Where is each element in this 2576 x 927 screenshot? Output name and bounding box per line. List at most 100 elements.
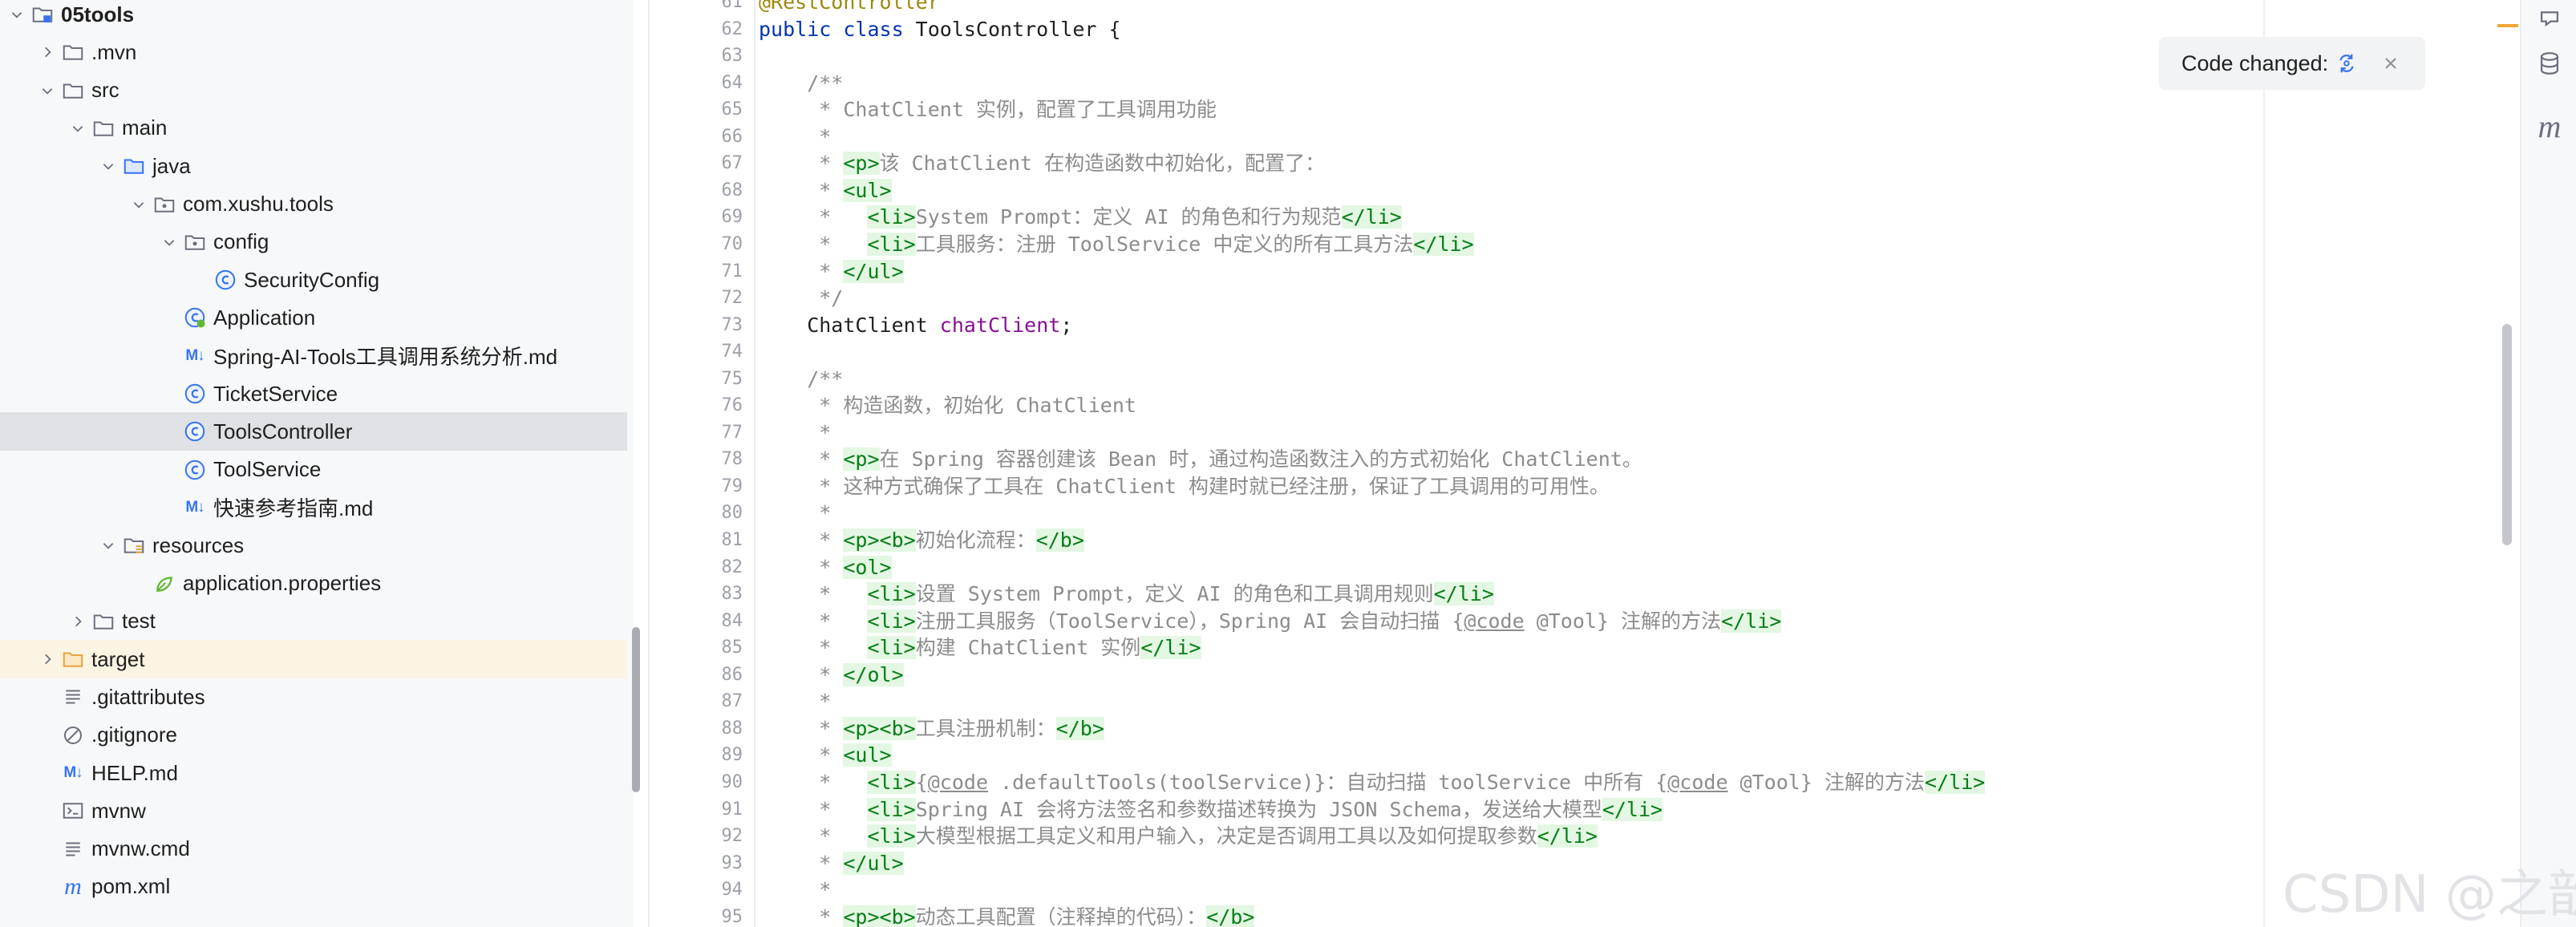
code-line[interactable]: * <p><b>初始化流程：</b> (759, 527, 1084, 554)
tree-item[interactable]: .gitignore (0, 716, 627, 755)
code-line[interactable]: * </ul> (759, 850, 904, 877)
chevron-down-icon[interactable] (157, 230, 181, 254)
tree-item[interactable]: .mvn (0, 33, 627, 71)
code-line[interactable]: * </ol> (759, 662, 904, 689)
tree-item[interactable]: target (0, 640, 627, 679)
project-tree-scrollbar[interactable] (632, 627, 640, 792)
html-tag-token: </li> (1924, 770, 1986, 794)
code-token: ChatClient (759, 313, 940, 337)
javadoc-tag-token: @code (1464, 609, 1525, 633)
chevron-down-icon[interactable] (96, 154, 120, 178)
line-number: 91 (721, 799, 743, 820)
code-line[interactable]: * <li>构建 ChatClient 实例</li> (759, 634, 1201, 662)
code-token: 设置 System Prompt，定义 AI 的角色和工具调用规则 (915, 582, 1434, 606)
code-line[interactable]: * <li>Spring AI 会将方法签名和参数描述转换为 JSON Sche… (759, 796, 1663, 824)
line-number: 64 (721, 72, 743, 93)
tree-item[interactable]: ToolsController (0, 412, 627, 451)
code-line[interactable]: * (759, 688, 831, 715)
code-line[interactable]: * <li>System Prompt：定义 AI 的角色和行为规范</li> (759, 204, 1402, 231)
code-line[interactable]: * <li>注册工具服务（ToolService），Spring AI 会自动扫… (759, 608, 1782, 635)
code-line[interactable]: * <li>工具服务：注册 ToolService 中定义的所有工具方法</li… (759, 231, 1474, 258)
html-tag-token: </b> (1206, 905, 1255, 927)
code-token: * (759, 501, 832, 525)
code-line[interactable]: public class ToolsController { (759, 16, 1121, 43)
spring-properties-icon (151, 570, 178, 597)
code-line[interactable]: * <ol> (759, 554, 892, 581)
chevron-down-icon[interactable] (66, 116, 90, 140)
text-file-icon (59, 836, 87, 863)
class-icon (181, 456, 209, 484)
code-line[interactable]: * (759, 123, 831, 151)
tree-item[interactable]: application.properties (0, 565, 627, 603)
code-line[interactable]: * <ul> (759, 742, 892, 769)
chevron-down-icon[interactable] (127, 192, 151, 217)
code-line[interactable]: * <li>{@code .defaultTools(toolService)}… (759, 769, 1986, 796)
code-line[interactable]: * </ul> (759, 258, 904, 285)
tree-item[interactable]: com.xushu.tools (0, 185, 627, 224)
code-token: * (759, 824, 868, 848)
code-line[interactable]: * <p><b>工具注册机制：</b> (759, 715, 1104, 743)
tree-item[interactable]: TicketService (0, 374, 627, 413)
tree-item[interactable]: java (0, 147, 627, 185)
code-line[interactable]: /** (759, 366, 843, 393)
tree-item[interactable]: M↓ HELP.md (0, 754, 627, 792)
tree-item[interactable]: Application (0, 298, 627, 337)
tree-item[interactable]: config (0, 223, 627, 261)
close-icon[interactable] (2377, 50, 2404, 77)
database-icon[interactable] (2533, 47, 2566, 80)
code-line[interactable]: ChatClient chatClient; (759, 312, 1072, 339)
notifications-icon[interactable] (2533, 0, 2566, 34)
tree-item[interactable]: .gitattributes (0, 678, 627, 716)
tree-item[interactable]: resources (0, 526, 627, 565)
html-tag-token: <li> (867, 232, 916, 256)
code-line[interactable]: * <ul> (759, 177, 892, 204)
code-token: * (759, 259, 844, 283)
code-token: 注册工具服务（ToolService），Spring AI 会自动扫描 { (915, 609, 1464, 633)
code-token: @Tool} 注解的方法 (1727, 770, 1925, 794)
tree-item-label: config (213, 229, 269, 254)
tree-item[interactable]: src (0, 71, 627, 110)
tree-item[interactable]: mvnw.cmd (0, 830, 627, 868)
code-line[interactable]: @RestController (759, 0, 940, 16)
code-line[interactable]: * <li>设置 System Prompt，定义 AI 的角色和工具调用规则<… (759, 581, 1494, 608)
tree-item[interactable]: M↓ 快速参考指南.md (0, 488, 627, 527)
warning-stripe[interactable] (2497, 24, 2518, 27)
tree-item[interactable]: test (0, 602, 627, 641)
code-line[interactable]: * 构造函数，初始化 ChatClient (759, 392, 1136, 419)
code-line[interactable]: */ (759, 285, 843, 312)
html-tag-token: <li> (867, 824, 916, 848)
chevron-right-icon[interactable] (35, 647, 59, 671)
code-editor[interactable]: @RestController public class ToolsControl… (759, 0, 2266, 927)
tree-item[interactable]: m pom.xml (0, 868, 627, 906)
code-line[interactable]: * 这种方式确保了工具在 ChatClient 构建时就已经注册，保证了工具调用… (759, 473, 1610, 500)
editor-scrollbar[interactable] (2502, 324, 2512, 545)
chevron-down-icon[interactable] (96, 533, 120, 557)
code-line[interactable]: * (759, 419, 831, 447)
tree-item[interactable]: ToolService (0, 451, 627, 489)
chevron-down-icon[interactable] (5, 2, 29, 26)
code-line[interactable]: * <p>在 Spring 容器创建该 Bean 时，通过构造函数注入的方式初始… (759, 446, 1642, 473)
reload-changes-icon[interactable] (2335, 50, 2362, 77)
code-line[interactable]: * <li>大模型根据工具定义和用户输入，决定是否调用工具以及如何提取参数</l… (759, 823, 1598, 850)
tree-item[interactable]: SecurityConfig (0, 261, 627, 299)
tree-item[interactable]: 05tools (0, 0, 627, 34)
chevron-right-icon[interactable] (66, 609, 90, 634)
code-line[interactable]: * <p><b>动态工具配置（注释掉的代码）：</b> (759, 904, 1255, 927)
tree-item[interactable]: M↓ Spring-AI-Tools工具调用系统分析.md (0, 337, 627, 375)
tree-item[interactable]: main (0, 109, 627, 148)
code-line[interactable]: * (759, 876, 831, 904)
code-line[interactable]: * ChatClient 实例，配置了工具调用功能 (759, 96, 1217, 123)
tree-item-label: application.properties (183, 571, 382, 595)
html-tag-token: </b> (1055, 716, 1104, 740)
code-line[interactable]: * <p>该 ChatClient 在构造函数中初始化，配置了： (759, 150, 1325, 177)
tree-item[interactable]: mvnw (0, 791, 627, 830)
chevron-down-icon[interactable] (35, 79, 59, 103)
code-line[interactable]: /** (759, 70, 843, 97)
code-line[interactable]: * (759, 500, 831, 527)
line-number: 94 (721, 880, 743, 901)
maven-icon[interactable]: m (2533, 108, 2566, 144)
chevron-right-icon[interactable] (35, 40, 59, 64)
